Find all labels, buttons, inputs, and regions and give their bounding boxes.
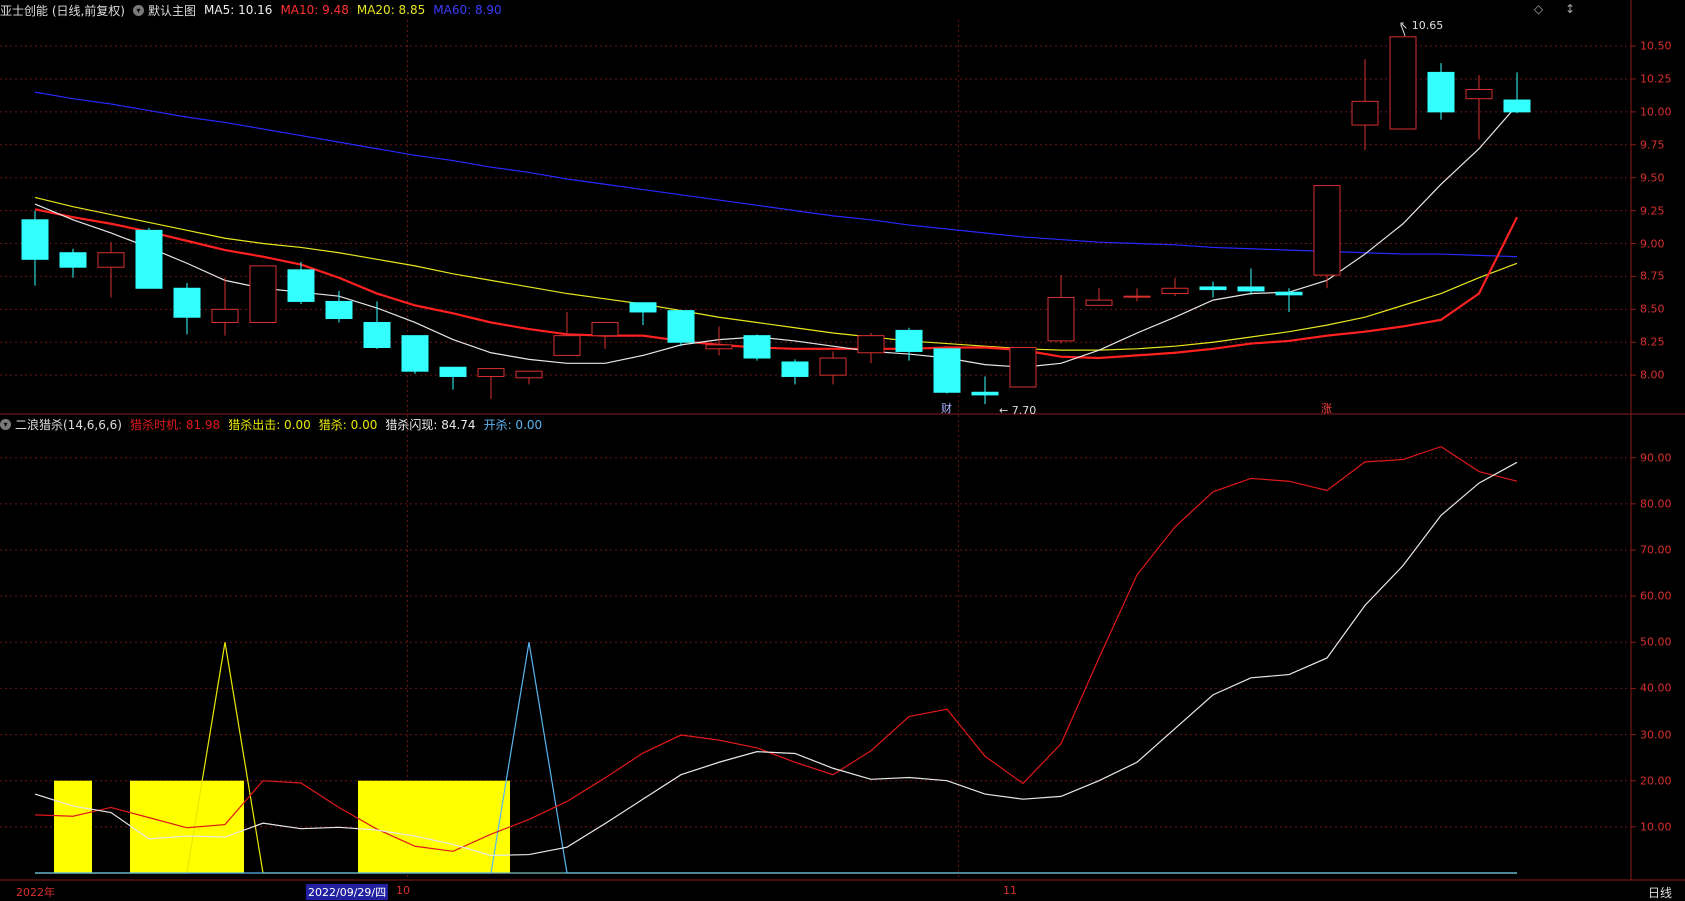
osc-tick-label: 60.00 (1640, 589, 1672, 603)
price-tick-label: 10.00 (1640, 105, 1672, 119)
candle-body-up (1123, 295, 1151, 298)
candle-body-down (21, 219, 49, 260)
hunt-bar (54, 780, 92, 873)
candle-body-up (1389, 36, 1417, 130)
timing-label: 猎杀时机: 81.98 (129, 417, 221, 432)
flash-label: 猎杀闪现: 84.74 (385, 417, 476, 432)
open-label: 开杀: 0.00 (483, 417, 543, 432)
candle-body-down (743, 335, 771, 359)
candle-body-down (1427, 71, 1455, 113)
price-tick-label: 8.50 (1640, 302, 1665, 316)
candle-body-up (591, 321, 619, 337)
flash-line (34, 461, 1518, 857)
price-tick-label: 8.25 (1640, 335, 1665, 349)
strike-label: 猎杀出击: 0.00 (228, 417, 311, 432)
candle-body-down (1503, 99, 1531, 113)
candle-body-down (895, 329, 923, 352)
osc-tick-label: 20.00 (1640, 774, 1672, 788)
ma60-label: MA60: 8.90 (433, 3, 502, 17)
candle-body-up (97, 252, 125, 268)
candle-body-up (1465, 89, 1493, 100)
candle-body-down (325, 300, 353, 320)
candle-body-up (819, 357, 847, 376)
arrow-updown-icon[interactable]: ↕ (1565, 2, 1575, 16)
date-nov: 11 (1003, 884, 1017, 897)
indicator-settings-icon[interactable]: ▾ (0, 418, 11, 430)
ma10-label: MA10: 9.48 (280, 3, 349, 17)
price-tick-label: 8.00 (1640, 368, 1665, 382)
candle-body-down (287, 269, 315, 302)
price-tick-label: 10.25 (1640, 72, 1672, 86)
settings-circle-icon[interactable]: ▾ (133, 4, 144, 16)
ma20-label: MA20: 8.85 (356, 3, 426, 17)
candle-body-up (211, 308, 239, 323)
candle-body-down (135, 229, 163, 289)
price-tick-label: 8.75 (1640, 269, 1665, 283)
candle-body-down (1275, 291, 1303, 296)
candle-body-up (1009, 347, 1037, 388)
candle-body-down (971, 391, 999, 396)
candle-body-down (1237, 286, 1265, 292)
candle-body-down (933, 348, 961, 393)
indicator-header: ▾ 二浪猎杀(14,6,6,6) 猎杀时机: 81.98 猎杀出击: 0.00 … (0, 414, 550, 434)
candle-body-up (477, 368, 505, 377)
candle-body-down (781, 361, 809, 377)
candle-body-up (515, 370, 543, 379)
osc-tick-label: 70.00 (1640, 543, 1672, 557)
high-price-label: ↖ 10.65 (1399, 18, 1444, 32)
price-tick-label: 9.00 (1640, 237, 1665, 250)
candle-body-up (249, 265, 277, 323)
timing-line (34, 445, 1518, 852)
date-oct: 10 (396, 884, 410, 897)
candle-body-down (439, 366, 467, 377)
stock-title[interactable]: 亚士创能 (日线,前复权) (0, 2, 125, 19)
candle-body-up (1085, 299, 1113, 306)
toolbar-icons: ◇ ↕ (1516, 2, 1575, 16)
ma5-label: MA5: 10.16 (204, 3, 273, 17)
candle-body-up (1313, 185, 1341, 276)
finance-marker[interactable]: 财 (941, 400, 952, 416)
osc-tick-label: 80.00 (1640, 497, 1672, 511)
indicator-title[interactable]: 二浪猎杀(14,6,6,6) (15, 416, 122, 433)
candle-body-up (553, 335, 581, 356)
diamond-icon[interactable]: ◇ (1534, 2, 1543, 16)
hunt-bar (358, 780, 510, 873)
candle-body-down (363, 321, 391, 349)
osc-tick-label: 40.00 (1640, 681, 1672, 695)
candle-body-down (1199, 286, 1227, 291)
candle-body-down (629, 302, 657, 313)
price-tick-label: 10.50 (1640, 39, 1672, 53)
osc-tick-label: 30.00 (1640, 728, 1672, 742)
low-price-label: ← 7.70 (999, 404, 1037, 418)
date-cursor: 2022/09/29/四 (306, 884, 389, 900)
chart-canvas[interactable] (0, 0, 1685, 901)
hunt-label: 猎杀: 0.00 (318, 417, 378, 432)
candle-body-up (1351, 100, 1379, 126)
candle-body-up (1161, 287, 1189, 295)
hunt-bar (130, 780, 244, 873)
date-year: 2022年 (16, 886, 55, 899)
candle-body-down (667, 310, 695, 343)
main-chart-label[interactable]: 默认主图 (148, 2, 196, 19)
osc-tick-label: 90.00 (1640, 451, 1672, 465)
candle-body-up (1047, 296, 1075, 342)
candle-body-down (59, 252, 87, 268)
candle-body-down (401, 335, 429, 372)
price-tick-label: 9.25 (1640, 204, 1665, 218)
price-tick-label: 9.75 (1640, 138, 1665, 152)
strike-line (35, 642, 1517, 874)
limit-up-marker[interactable]: 涨 (1321, 400, 1332, 416)
candle-body-down (173, 287, 201, 318)
osc-tick-label: 50.00 (1640, 635, 1672, 649)
candle-body-up (857, 335, 885, 354)
ma60-line (34, 91, 1518, 258)
candle-body-up (705, 344, 733, 350)
price-tick-label: 9.50 (1640, 171, 1665, 185)
period-label[interactable]: 日线 (1648, 884, 1672, 901)
osc-tick-label: 10.00 (1640, 820, 1672, 834)
main-chart-header: 亚士创能 (日线,前复权) ▾ 默认主图 MA5: 10.16 MA10: 9.… (0, 0, 510, 20)
